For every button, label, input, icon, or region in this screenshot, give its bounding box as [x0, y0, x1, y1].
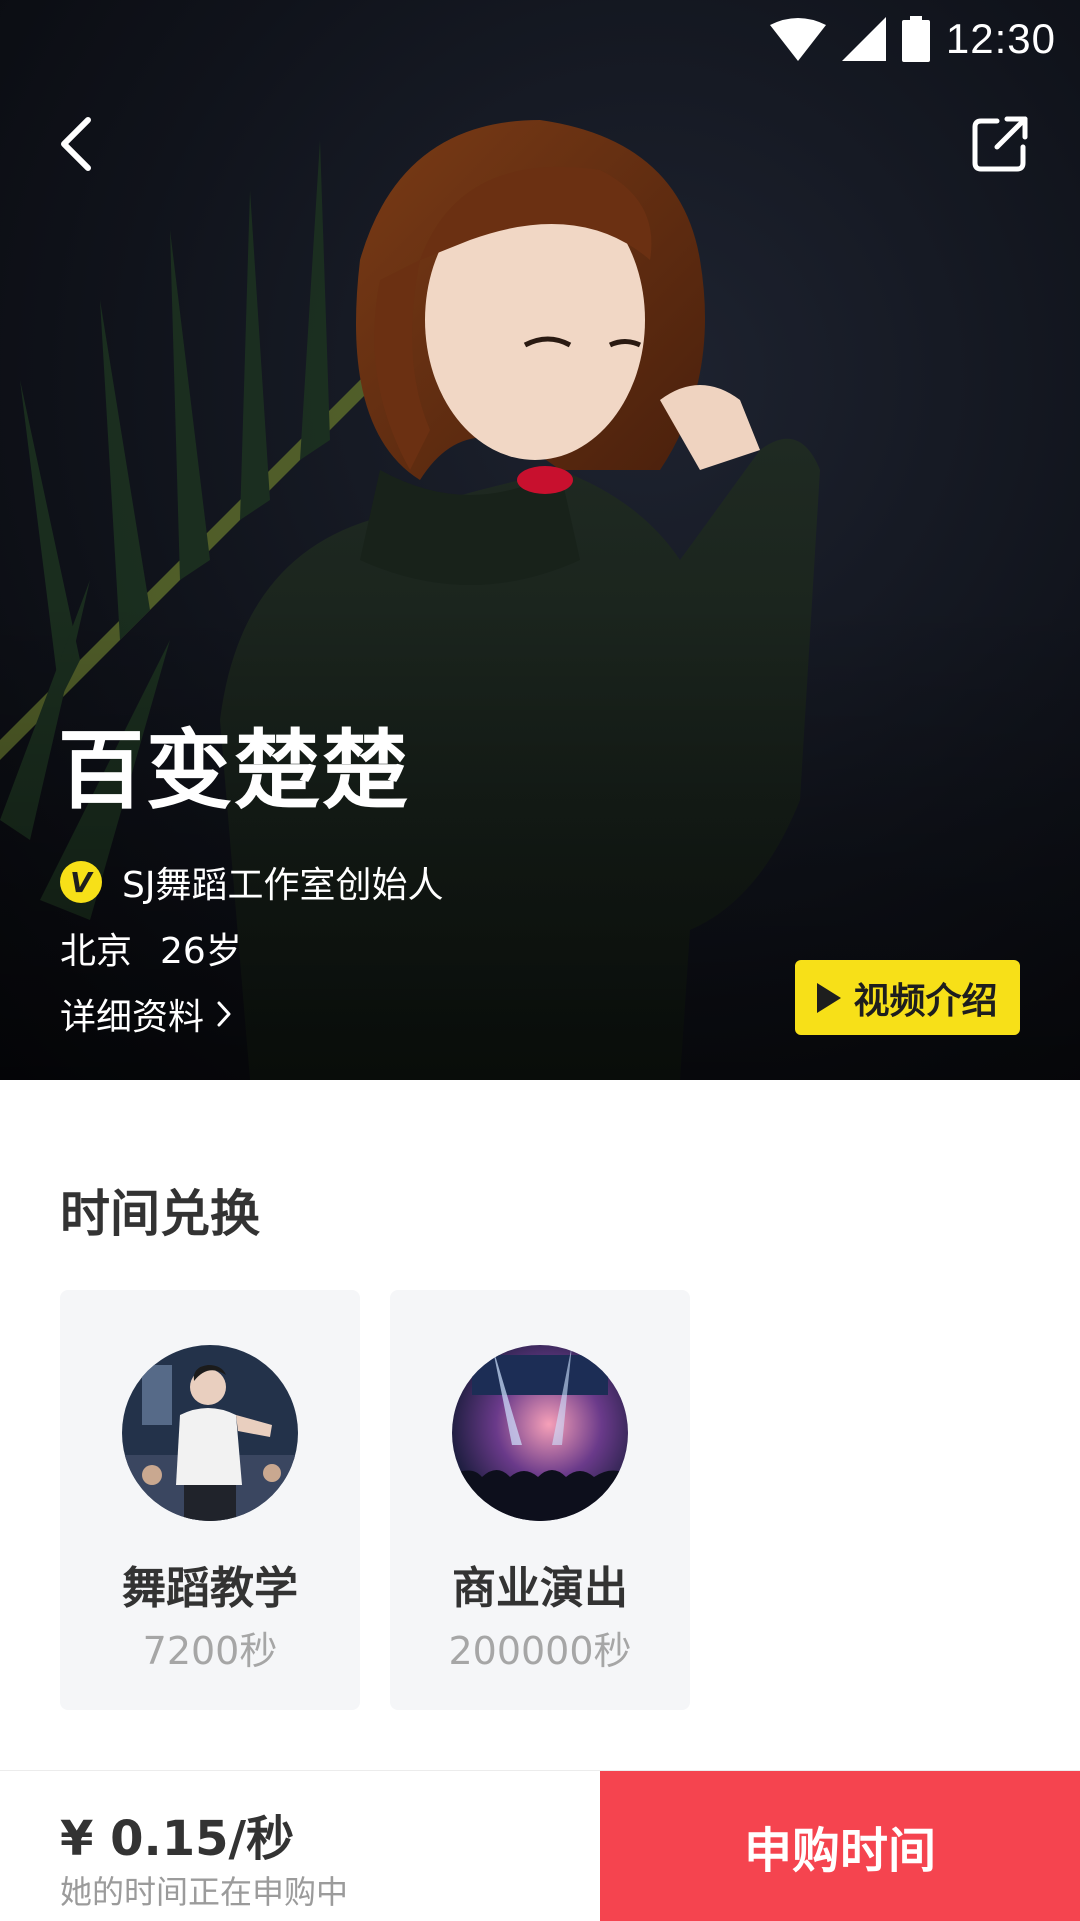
chevron-left-icon: [61, 117, 91, 171]
play-icon: [817, 982, 842, 1013]
profile-location-row: 北京 26岁: [60, 922, 242, 974]
commercial-performance-duration: 200000秒: [448, 1629, 632, 1673]
commercial-performance-avatar: [452, 1345, 628, 1521]
detail-profile-label: 详细资料: [60, 997, 205, 1038]
buy-time-button[interactable]: 申购时间: [600, 1771, 1080, 1921]
video-intro-label: 视频介绍: [853, 980, 998, 1022]
exchange-card-dance-teaching[interactable]: 舞蹈教学 7200秒: [60, 1290, 360, 1710]
status-time: 12:30: [945, 15, 1056, 62]
purchase-status: 她的时间正在申购中: [60, 1873, 349, 1911]
share-button[interactable]: [960, 104, 1040, 184]
detail-profile-link[interactable]: 详细资料: [60, 988, 232, 1040]
price-per-second: ¥ 0.15/秒: [60, 1811, 295, 1867]
back-button[interactable]: [36, 104, 116, 184]
dance-teaching-duration: 7200秒: [142, 1629, 278, 1673]
commercial-performance-title: 商业演出: [452, 1563, 628, 1614]
profile-hero: 12:30 百变楚楚 V SJ舞蹈工作室创始人 北京 26岁 详细资料 视频介绍: [0, 0, 1080, 1080]
signal-icon: [841, 17, 886, 61]
exchange-card-commercial-performance[interactable]: 商业演出 200000秒: [390, 1290, 690, 1710]
dance-teaching-title: 舞蹈教学: [122, 1563, 298, 1614]
profile-name: 百变楚楚: [58, 721, 410, 821]
profile-city: 北京: [60, 931, 133, 972]
share-external-icon: [972, 116, 1028, 172]
profile-cover-photo: [0, 120, 1080, 1080]
purchase-bar: ¥ 0.15/秒 她的时间正在申购中 申购时间: [0, 1770, 1080, 1921]
profile-age: 26岁: [160, 931, 242, 972]
profile-title-row: V SJ舞蹈工作室创始人: [60, 856, 443, 908]
chevron-right-icon: [217, 1001, 231, 1027]
battery-icon: [901, 16, 930, 62]
section-title-time-exchange: 时间兑换: [60, 1185, 260, 1243]
wifi-icon: [769, 18, 826, 61]
status-bar: 12:30: [769, 8, 1056, 70]
verified-badge-icon: V: [60, 861, 102, 903]
profile-title: SJ舞蹈工作室创始人: [122, 865, 444, 906]
dance-teaching-avatar: [122, 1345, 298, 1521]
video-intro-button[interactable]: 视频介绍: [795, 960, 1020, 1035]
